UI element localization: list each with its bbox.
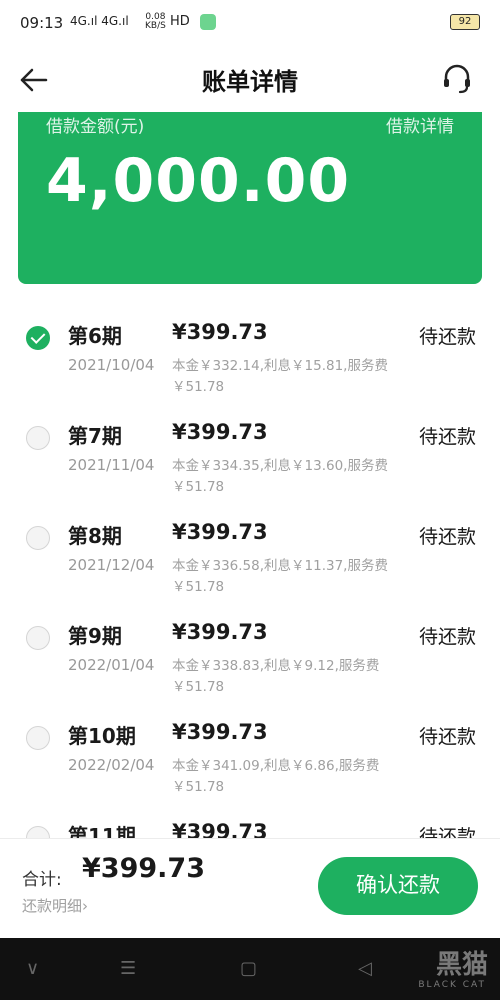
nav-back-icon[interactable]: ◁ [358, 958, 372, 979]
installment-period: 第11期 [68, 824, 136, 838]
payment-footer: 合计: ¥399.73 还款明细› 确认还款 [0, 838, 500, 938]
network-speed: 0.08 KB/S [145, 13, 166, 31]
installment-date: 2021/11/04 [68, 456, 155, 474]
signal-indicator: 4G.ıl 4G.ıl [70, 14, 129, 28]
installment-status: 待还款 [418, 826, 476, 838]
battery-icon: 92 [450, 14, 480, 30]
installment-breakdown: 本金￥336.58,利息￥11.37,服务费￥51.78 [172, 558, 388, 595]
nav-collapse-icon[interactable]: ∨ [26, 958, 39, 979]
confirm-repay-button[interactable]: 确认还款 [318, 857, 478, 915]
watermark-logo: 黑猫 [435, 950, 488, 980]
checkbox-unchecked-icon[interactable] [26, 526, 50, 550]
installment-period: 第7期 [68, 424, 122, 448]
installment-period: 第10期 [68, 724, 136, 748]
installment-list: 第6期 2021/10/04 ¥399.73 本金￥332.14,利息￥15.8… [0, 310, 500, 838]
checkbox-checked-icon[interactable] [26, 326, 50, 350]
installment-status: 待还款 [418, 426, 476, 448]
installment-row[interactable]: 第11期 ¥399.73 待还款 [0, 810, 500, 838]
installment-row[interactable]: 第10期 2022/02/04 ¥399.73 本金￥341.09,利息￥6.8… [0, 710, 500, 810]
installment-row[interactable]: 第7期 2021/11/04 ¥399.73 本金￥334.35,利息￥13.6… [0, 410, 500, 510]
chevron-right-icon: › [82, 897, 89, 915]
installment-date: 2022/02/04 [68, 756, 155, 774]
installment-breakdown: 本金￥338.83,利息￥9.12,服务费￥51.78 [172, 658, 380, 695]
installment-date: 2021/12/04 [68, 556, 155, 574]
installment-row[interactable]: 第8期 2021/12/04 ¥399.73 本金￥336.58,利息￥11.3… [0, 510, 500, 610]
installment-status: 待还款 [418, 326, 476, 348]
system-nav-bar: ∨ ☰ ▢ ◁ 黑猫 BLACK CAT [0, 938, 500, 1000]
status-bar: 09:13 4G.ıl 4G.ıl 0.08 KB/S HD 92 [0, 0, 500, 48]
repayment-detail-label: 还款明细 [22, 897, 83, 915]
installment-period: 第8期 [68, 524, 122, 548]
loan-amount-value: 4,000.00 [46, 146, 351, 216]
installment-amount: ¥399.73 [172, 320, 268, 344]
installment-row[interactable]: 第9期 2022/01/04 ¥399.73 本金￥338.83,利息￥9.12… [0, 610, 500, 710]
checkbox-unchecked-icon[interactable] [26, 426, 50, 450]
nav-home-icon[interactable]: ▢ [240, 958, 257, 979]
nav-menu-icon[interactable]: ☰ [120, 958, 136, 979]
installment-row[interactable]: 第6期 2021/10/04 ¥399.73 本金￥332.14,利息￥15.8… [0, 310, 500, 410]
app-notification-icon [200, 14, 216, 30]
installment-status: 待还款 [418, 726, 476, 748]
network-speed-unit: KB/S [145, 21, 166, 31]
installment-amount: ¥399.73 [172, 720, 268, 744]
status-time: 09:13 [20, 14, 64, 32]
loan-amount-label: 借款金额(元) [46, 117, 145, 137]
headset-icon[interactable] [440, 62, 474, 96]
installment-date: 2021/10/04 [68, 356, 155, 374]
installment-amount: ¥399.73 [172, 420, 268, 444]
loan-summary-card: 借款金额(元) 借款详情 4,000.00 [18, 112, 482, 284]
page-title: 账单详情 [202, 68, 298, 96]
checkbox-unchecked-icon[interactable] [26, 626, 50, 650]
repayment-detail-link[interactable]: 还款明细› [22, 895, 88, 916]
loan-detail-link[interactable]: 借款详情 [386, 112, 454, 137]
installment-breakdown: 本金￥341.09,利息￥6.86,服务费￥51.78 [172, 758, 380, 795]
app-header: 账单详情 [0, 48, 500, 112]
installment-status: 待还款 [418, 626, 476, 648]
installment-period: 第9期 [68, 624, 122, 648]
installment-amount: ¥399.73 [172, 620, 268, 644]
total-amount: ¥399.73 [82, 853, 205, 884]
checkbox-unchecked-icon[interactable] [26, 826, 50, 838]
watermark-subtext: BLACK CAT [418, 980, 486, 990]
checkbox-unchecked-icon[interactable] [26, 726, 50, 750]
installment-period: 第6期 [68, 324, 122, 348]
installment-breakdown: 本金￥332.14,利息￥15.81,服务费￥51.78 [172, 358, 388, 395]
hd-indicator: HD [170, 14, 190, 29]
installment-amount: ¥399.73 [172, 820, 268, 838]
total-label: 合计: [22, 870, 62, 890]
installment-date: 2022/01/04 [68, 656, 155, 674]
installment-amount: ¥399.73 [172, 520, 268, 544]
installment-status: 待还款 [418, 526, 476, 548]
installment-breakdown: 本金￥334.35,利息￥13.60,服务费￥51.78 [172, 458, 388, 495]
